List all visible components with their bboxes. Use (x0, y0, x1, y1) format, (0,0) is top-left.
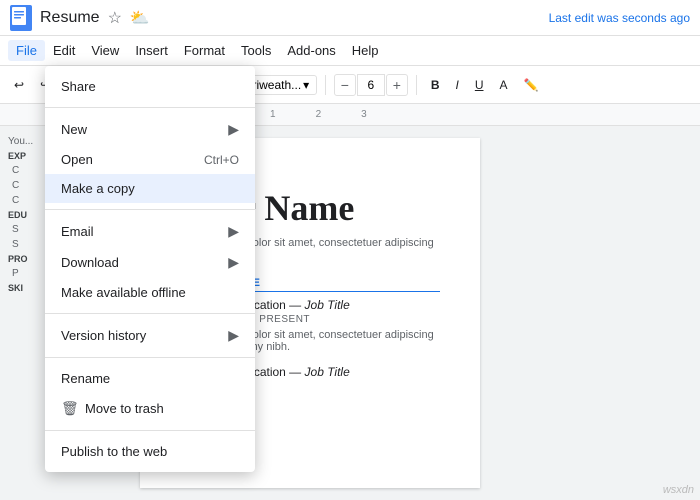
version-arrow-icon: ▶ (228, 327, 239, 344)
share-label: Share (61, 79, 96, 94)
doc-icon (10, 5, 32, 31)
offline-label: Make available offline (61, 285, 239, 300)
file-menu-publish[interactable]: Publish to the web (45, 437, 255, 466)
file-menu-make-copy[interactable]: Make a copy (45, 174, 255, 203)
rename-label: Rename (61, 371, 239, 386)
title-icons: ☆ ⛅ (108, 8, 150, 28)
file-menu-trash[interactable]: 🗑 Move to trash (45, 393, 255, 424)
download-label: Download (61, 255, 228, 270)
dropdown-overlay: Share New ▶ Open Ctrl+O Make a copy Emai… (0, 36, 700, 500)
make-copy-label: Make a copy (61, 181, 239, 196)
file-menu-email[interactable]: Email ▶ (45, 216, 255, 247)
cloud-icon: ⛅ (130, 8, 150, 28)
last-edit-label[interactable]: Last edit was seconds ago (549, 11, 690, 25)
doc-title[interactable]: Resume (40, 9, 100, 27)
separator-b (45, 209, 255, 210)
email-label: Email (61, 224, 228, 239)
file-menu-open[interactable]: Open Ctrl+O (45, 145, 255, 174)
title-bar: Resume ☆ ⛅ Last edit was seconds ago (0, 0, 700, 36)
new-label: New (61, 122, 228, 137)
file-menu-download[interactable]: Download ▶ (45, 247, 255, 278)
email-arrow-icon: ▶ (228, 223, 239, 240)
separator-a (45, 107, 255, 108)
file-menu-offline[interactable]: Make available offline (45, 278, 255, 307)
separator-d (45, 357, 255, 358)
file-menu-rename[interactable]: Rename (45, 364, 255, 393)
file-menu-version-history[interactable]: Version history ▶ (45, 320, 255, 351)
download-arrow-icon: ▶ (228, 254, 239, 271)
open-label: Open (61, 152, 204, 167)
file-dropdown-menu: Share New ▶ Open Ctrl+O Make a copy Emai… (45, 66, 255, 472)
separator-e (45, 430, 255, 431)
publish-label: Publish to the web (61, 444, 239, 459)
version-history-label: Version history (61, 328, 228, 343)
trash-label: Move to trash (85, 401, 239, 416)
file-menu-new[interactable]: New ▶ (45, 114, 255, 145)
trash-icon: 🗑 (61, 400, 81, 417)
open-shortcut: Ctrl+O (204, 153, 239, 167)
file-menu-share[interactable]: Share (45, 72, 255, 101)
new-arrow-icon: ▶ (228, 121, 239, 138)
separator-c (45, 313, 255, 314)
star-icon[interactable]: ☆ (108, 8, 122, 28)
